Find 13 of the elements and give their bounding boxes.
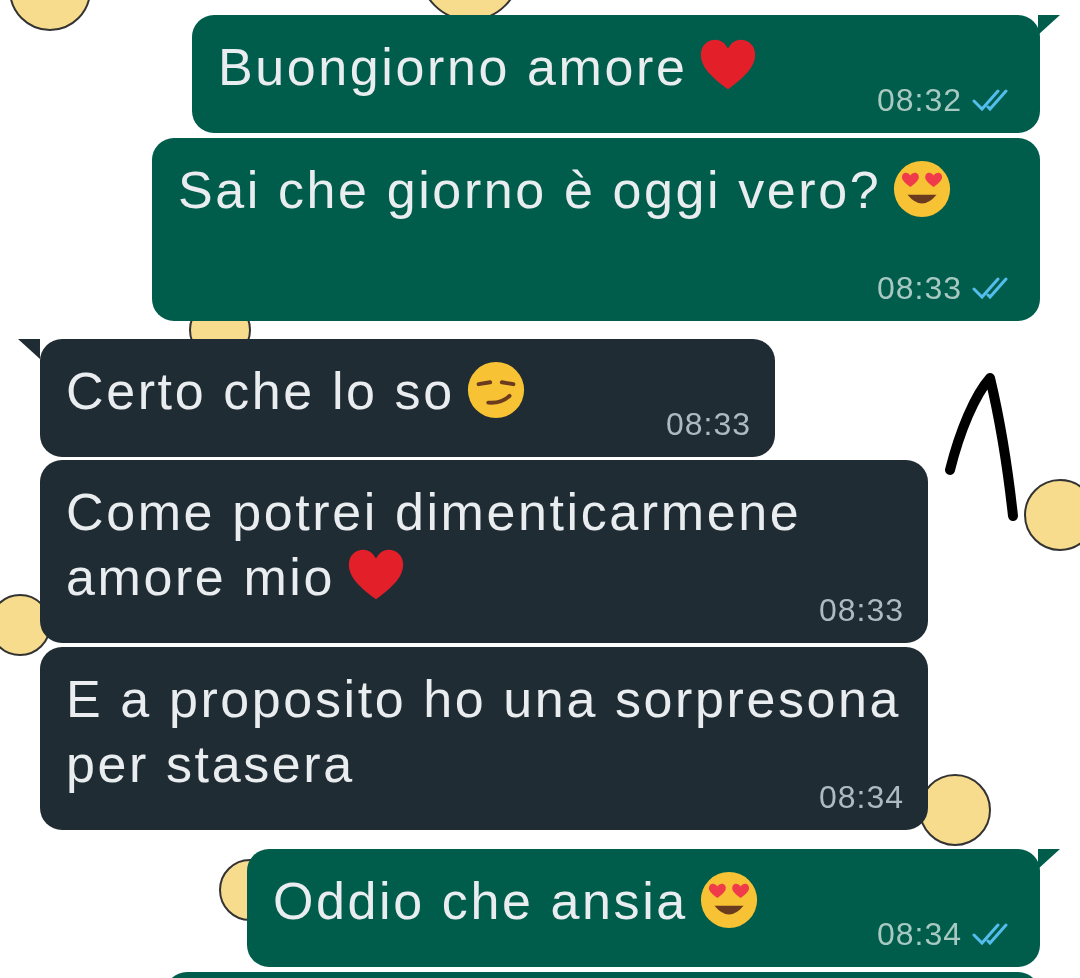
doodle-drawing bbox=[919, 774, 991, 846]
message-time: 08:33 bbox=[877, 271, 962, 305]
message-text: Sai che giorno è oggi vero? bbox=[178, 161, 882, 219]
message-text: Oddio che ansia bbox=[273, 872, 688, 930]
message-text: Come potrei dimenticarmene amore mio bbox=[66, 483, 802, 606]
message-time: 08:34 bbox=[877, 917, 962, 951]
message-time: 08:32 bbox=[877, 83, 962, 117]
message-time: 08:33 bbox=[819, 593, 904, 627]
message-text: Certo che lo so bbox=[66, 362, 455, 420]
doodle-drawing bbox=[0, 594, 51, 656]
message-time: 08:33 bbox=[666, 407, 751, 441]
message-text: Buongiorno amore bbox=[218, 38, 688, 96]
doodle-drawing bbox=[1024, 479, 1080, 551]
